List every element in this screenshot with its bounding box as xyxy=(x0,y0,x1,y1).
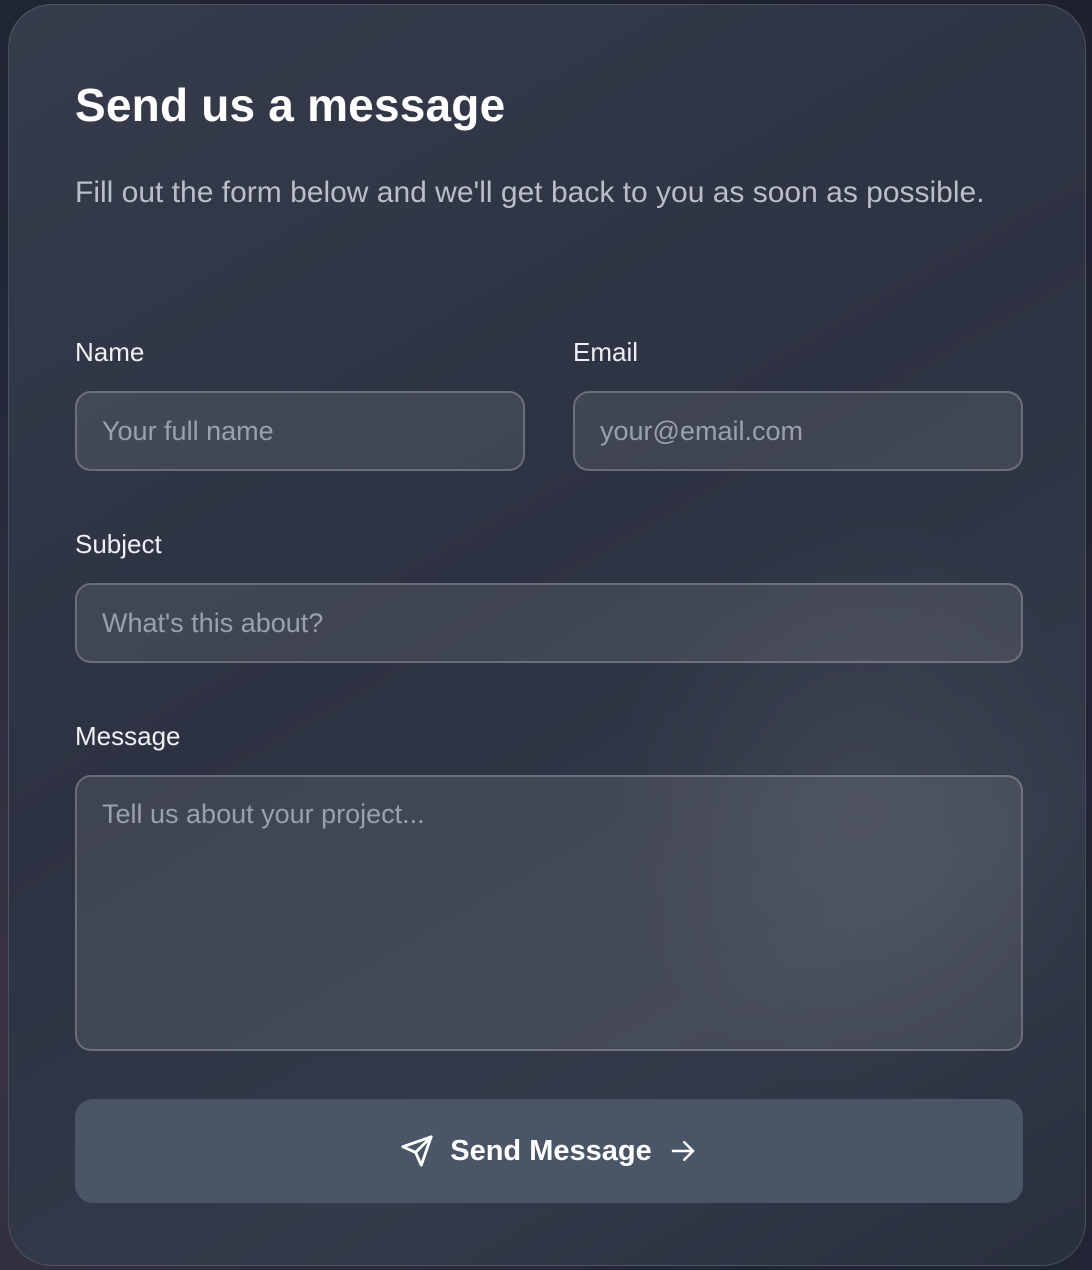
email-input[interactable] xyxy=(573,391,1023,471)
email-label: Email xyxy=(573,337,639,367)
send-message-button[interactable]: Send Message xyxy=(75,1099,1023,1203)
subject-label: Subject xyxy=(75,529,162,559)
form-subtitle: Fill out the form below and we'll get ba… xyxy=(75,176,985,209)
arrow-right-icon xyxy=(668,1136,698,1166)
message-label: Message xyxy=(75,721,181,751)
name-label: Name xyxy=(75,337,145,367)
name-input[interactable] xyxy=(75,391,525,471)
paper-plane-icon xyxy=(400,1134,434,1168)
message-textarea[interactable] xyxy=(75,775,1023,1051)
contact-form-card: Send us a message Fill out the form belo… xyxy=(8,4,1086,1266)
send-message-label: Send Message xyxy=(450,1134,652,1167)
subject-input[interactable] xyxy=(75,583,1023,663)
form-title: Send us a message xyxy=(75,79,506,131)
